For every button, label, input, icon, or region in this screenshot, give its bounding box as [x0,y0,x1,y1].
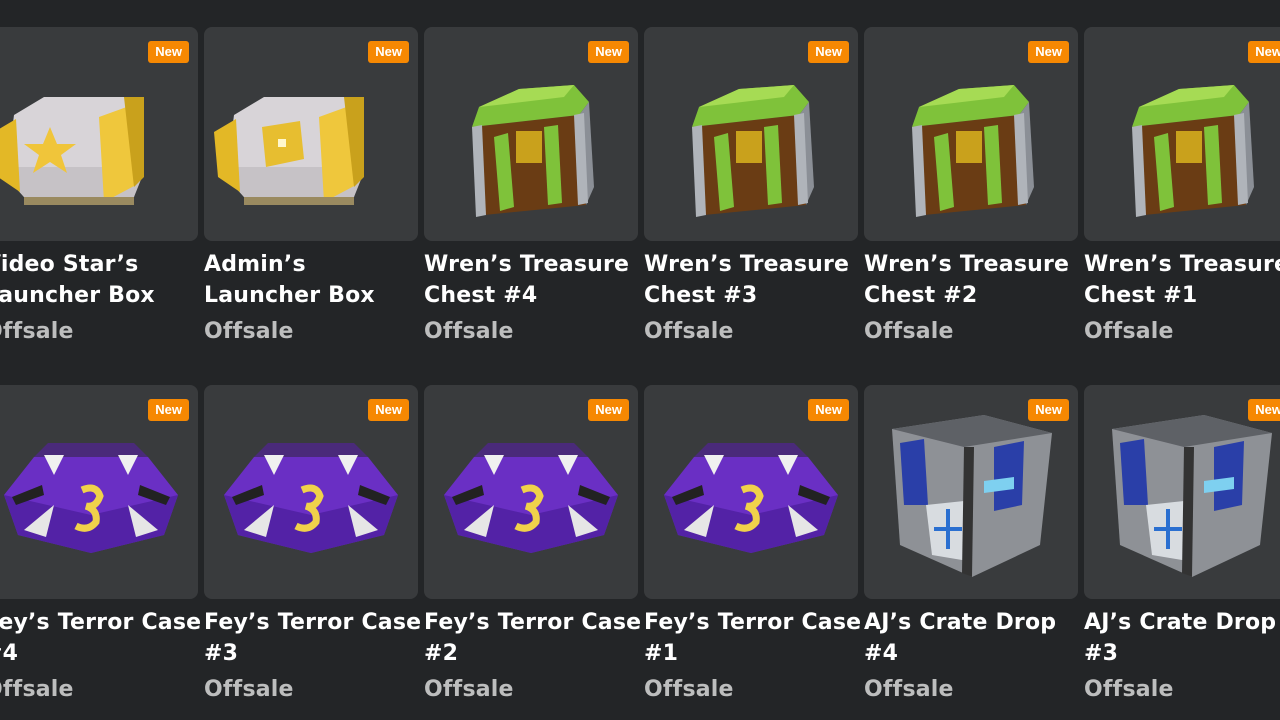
item-price: Offsale [424,319,514,344]
new-badge: New [588,399,629,421]
item-card[interactable]: New Wren’s Treasure Chest #1 Offsale [1084,27,1280,361]
item-thumbnail[interactable]: New [864,27,1078,241]
item-thumbnail[interactable]: New [644,385,858,599]
item-card[interactable]: New Fey’s Terror Case #1 Offsale [644,385,861,719]
item-card[interactable]: New Fey’s Terror Case #3 Offsale [204,385,421,719]
item-thumbnail[interactable]: New [1084,27,1280,241]
item-name[interactable]: Wren’s Treasure Chest #2 [864,249,1090,311]
item-price: Offsale [424,677,514,702]
new-badge: New [808,399,849,421]
item-thumbnail[interactable]: New [0,385,198,599]
new-badge: New [588,41,629,63]
item-card[interactable]: New Admin’s Launcher Box Offsale [204,27,418,361]
item-card[interactable]: New AJ’s Crate Drop #4 Offsale [864,385,1078,719]
item-name[interactable]: Fey’s Terror Case #3 [204,607,430,669]
item-name[interactable]: Wren’s Treasure Chest #3 [644,249,870,311]
item-name[interactable]: Fey’s Terror Case #4 [0,607,210,669]
item-name[interactable]: Admin’s Launcher Box [204,249,430,311]
item-price: Offsale [0,677,74,702]
item-price: Offsale [864,319,954,344]
item-price: Offsale [204,677,294,702]
item-thumbnail[interactable]: New [204,27,418,241]
item-card[interactable]: New AJ’s Crate Drop #3 Offsale [1084,385,1280,719]
item-price: Offsale [864,677,954,702]
item-thumbnail[interactable]: New [864,385,1078,599]
item-name[interactable]: Wren’s Treasure Chest #4 [424,249,650,311]
item-thumbnail[interactable]: New [644,27,858,241]
item-card[interactable]: New Fey’s Terror Case #4 Offsale [0,385,201,719]
item-card[interactable]: New Wren’s Treasure Chest #2 Offsale [864,27,1078,361]
new-badge: New [368,399,409,421]
new-badge: New [148,41,189,63]
item-name[interactable]: AJ’s Crate Drop #4 [864,607,1090,669]
item-thumbnail[interactable]: New [204,385,418,599]
item-price: Offsale [1084,677,1174,702]
new-badge: New [368,41,409,63]
item-card[interactable]: New Wren’s Treasure Chest #4 Offsale [424,27,638,361]
item-card[interactable]: New Fey’s Terror Case #2 Offsale [424,385,641,719]
item-name[interactable]: Fey’s Terror Case #2 [424,607,650,669]
item-price: Offsale [204,319,294,344]
new-badge: New [1028,41,1069,63]
item-thumbnail[interactable]: New [424,27,638,241]
item-price: Offsale [644,319,734,344]
item-name[interactable]: Wren’s Treasure Chest #1 [1084,249,1280,311]
item-thumbnail[interactable]: New [0,27,198,241]
item-thumbnail[interactable]: New [424,385,638,599]
item-thumbnail[interactable]: New [1084,385,1280,599]
item-price: Offsale [0,319,74,344]
catalog-grid: New Video Star’s Launcher Box Offsale Ne… [0,0,1280,720]
new-badge: New [148,399,189,421]
item-card[interactable]: New Video Star’s Launcher Box Offsale [0,27,198,361]
item-card[interactable]: New Wren’s Treasure Chest #3 Offsale [644,27,858,361]
item-name[interactable]: AJ’s Crate Drop #3 [1084,607,1280,669]
item-name[interactable]: Fey’s Terror Case #1 [644,607,870,669]
new-badge: New [1028,399,1069,421]
item-price: Offsale [1084,319,1174,344]
new-badge: New [808,41,849,63]
item-price: Offsale [644,677,734,702]
new-badge: New [1248,399,1280,421]
new-badge: New [1248,41,1280,63]
item-name[interactable]: Video Star’s Launcher Box [0,249,210,311]
